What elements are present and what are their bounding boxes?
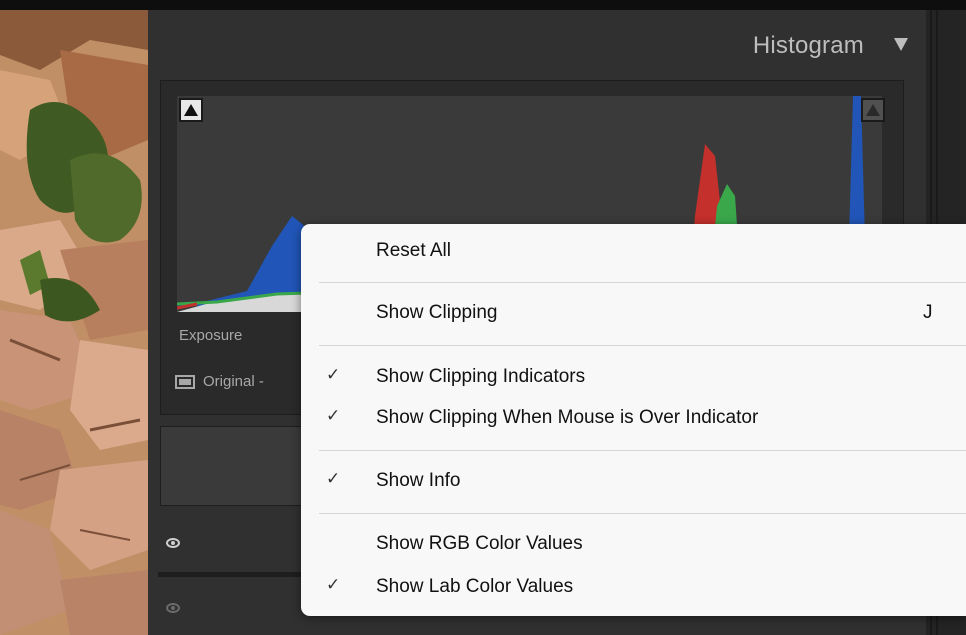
- menu-item-reset-all[interactable]: Reset All: [301, 234, 966, 270]
- before-after-view-icon[interactable]: [175, 374, 195, 389]
- checkmark-icon: ✓: [326, 575, 341, 594]
- menu-item-label: Show RGB Color Values: [376, 533, 583, 554]
- eye-icon[interactable]: [166, 538, 180, 548]
- menu-item-label: Show Info: [376, 470, 461, 491]
- original-view-row[interactable]: Original -: [175, 373, 264, 390]
- checkmark-icon: ✓: [326, 365, 341, 384]
- menu-item-label: Show Lab Color Values: [376, 576, 574, 597]
- original-label: Original -: [203, 373, 264, 390]
- panel-title[interactable]: Histogram: [753, 32, 864, 60]
- photo-preview[interactable]: [0, 10, 148, 635]
- triangle-down-icon[interactable]: [894, 38, 908, 51]
- menu-separator: [319, 345, 966, 346]
- menu-item-show-clipping[interactable]: Show Clipping J: [301, 296, 966, 332]
- menu-item-label: Show Clipping When Mouse is Over Indicat…: [376, 407, 759, 428]
- menu-item-show-rgb-values[interactable]: Show RGB Color Values: [301, 527, 966, 563]
- menu-item-label: Show Clipping Indicators: [376, 366, 586, 387]
- exposure-label: Exposure: [179, 327, 243, 344]
- menu-item-label: Reset All: [376, 240, 451, 261]
- menu-item-label: Show Clipping: [376, 302, 498, 323]
- checkmark-icon: ✓: [326, 406, 341, 425]
- triangle-up-icon: [184, 104, 198, 116]
- menu-item-show-clipping-indicators[interactable]: ✓ Show Clipping Indicators: [301, 360, 966, 396]
- triangle-up-icon: [866, 104, 880, 116]
- shadow-clipping-indicator[interactable]: [179, 98, 203, 122]
- menu-item-show-info[interactable]: ✓ Show Info: [301, 464, 966, 500]
- menu-shortcut: J: [923, 302, 933, 323]
- app-window: Histogram Exposure Original - Reset All …: [0, 0, 966, 635]
- eye-icon[interactable]: [166, 603, 180, 613]
- menu-item-show-clipping-on-hover[interactable]: ✓ Show Clipping When Mouse is Over Indic…: [301, 401, 966, 437]
- highlight-clipping-indicator[interactable]: [861, 98, 885, 122]
- menu-separator: [319, 513, 966, 514]
- histogram-context-menu: Reset All Show Clipping J ✓ Show Clippin…: [301, 224, 966, 616]
- top-border: [0, 0, 966, 10]
- menu-separator: [319, 450, 966, 451]
- checkmark-icon: ✓: [326, 469, 341, 488]
- rock-photo-image: [0, 10, 148, 635]
- menu-item-show-lab-values[interactable]: ✓ Show Lab Color Values: [301, 570, 966, 606]
- menu-separator: [319, 282, 966, 283]
